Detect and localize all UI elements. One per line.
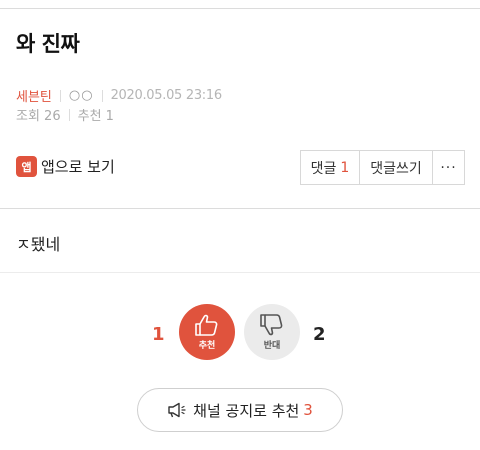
post-title: 와 진짜	[16, 32, 80, 56]
top-divider	[0, 8, 480, 9]
channel-notice-count: 3	[303, 401, 313, 419]
more-options-button[interactable]: ···	[432, 151, 464, 184]
app-view-button[interactable]: 앱 앱으로 보기	[16, 156, 115, 177]
meta-separator	[59, 89, 61, 102]
post-body: ㅈ됐네	[16, 235, 61, 254]
upvote-label: 추천	[198, 341, 216, 351]
app-icon: 앱	[16, 156, 37, 177]
body-divider	[0, 272, 480, 273]
author-name[interactable]: 세븐틴	[16, 86, 52, 105]
comments-label: 댓글	[310, 160, 337, 177]
channel-notice-label: 채널 공지로 추천	[193, 401, 300, 420]
upvote-count: 1	[152, 324, 165, 345]
write-comment-button[interactable]: 댓글쓰기	[359, 151, 432, 184]
comments-button[interactable]: 댓글 1	[301, 151, 359, 184]
downvote-label: 반대	[263, 341, 281, 351]
downvote-count: 2	[313, 324, 326, 345]
megaphone-icon	[168, 402, 186, 418]
meta-separator	[68, 108, 70, 121]
recommend-count: 추천 1	[77, 109, 114, 124]
vote-area: 1 추천 반대 2	[0, 304, 480, 362]
post-stats: 조회 26 추천 1	[16, 105, 114, 124]
downvote-button[interactable]: 반대	[244, 304, 300, 360]
channel-notice-recommend-button[interactable]: 채널 공지로 추천 3	[137, 388, 343, 432]
comment-actions: 댓글 1 댓글쓰기 ···	[300, 150, 465, 185]
post-meta: 세븐틴 ○○ 2020.05.05 23:16	[16, 86, 222, 105]
view-count: 조회 26	[16, 109, 61, 124]
meta-separator	[101, 89, 103, 102]
comments-count: 1	[340, 159, 350, 176]
author-ip: ○○	[68, 88, 94, 103]
app-view-label: 앱으로 보기	[41, 158, 115, 176]
content-divider	[0, 208, 480, 209]
thumbs-up-icon	[195, 314, 218, 336]
post-date: 2020.05.05 23:16	[110, 88, 223, 103]
thumbs-down-icon	[260, 314, 283, 336]
upvote-button[interactable]: 추천	[179, 304, 235, 360]
